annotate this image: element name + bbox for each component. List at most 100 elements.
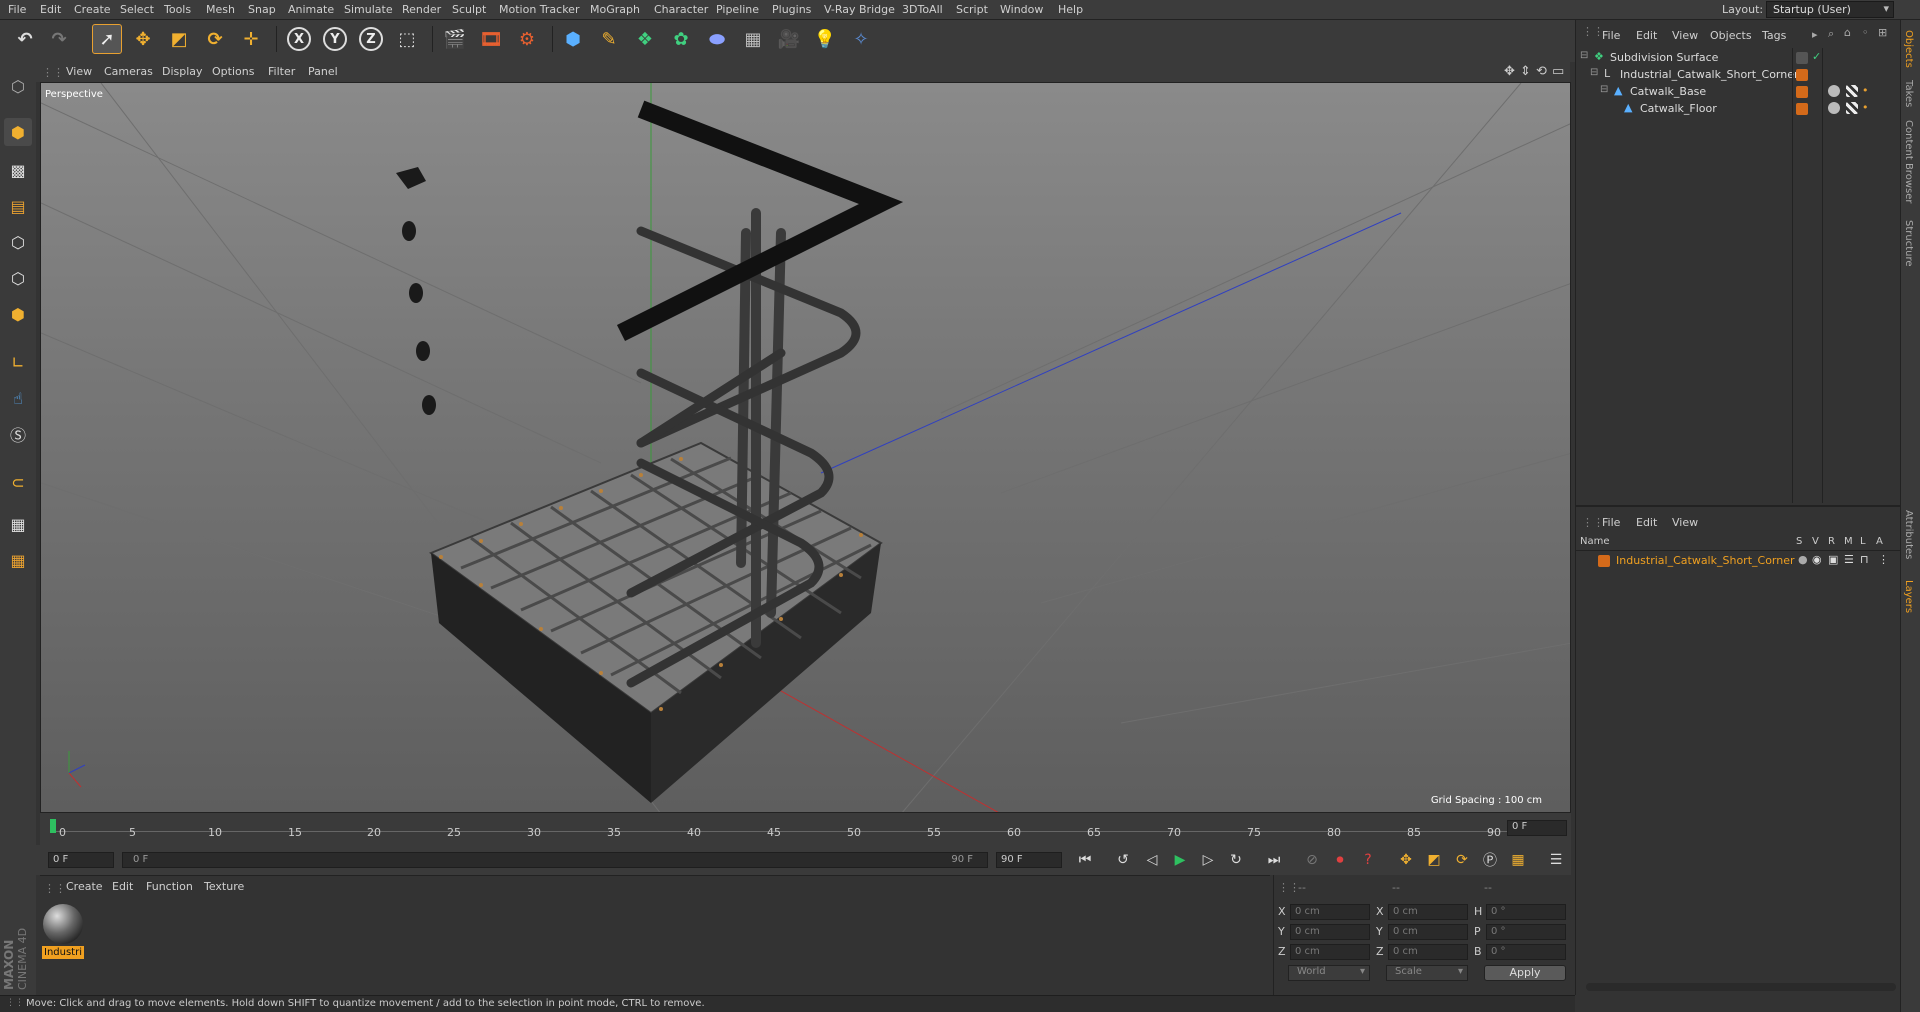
maximize-view-icon[interactable]: ▭ [1552, 64, 1564, 79]
menu-tools[interactable]: Tools [164, 3, 191, 16]
objects-menu-view[interactable]: View [1672, 29, 1698, 42]
rotation-b-field[interactable]: 0 ° [1486, 944, 1566, 960]
object-row-catwalk-floor[interactable]: ▲ Catwalk_Floor • [1576, 101, 1901, 117]
viewport-menu-display[interactable]: Display [162, 65, 203, 78]
manager-icon[interactable]: ☰ [1844, 553, 1854, 566]
layer-color-swatch[interactable] [1796, 86, 1808, 98]
start-frame-field[interactable]: 0 F [48, 852, 114, 868]
workplane-mode-icon[interactable]: ▤ [4, 192, 32, 220]
rotate-tool-icon[interactable]: ⟳ [200, 24, 230, 54]
light-icon[interactable]: 💡 [810, 24, 840, 54]
end-frame-field[interactable]: 90 F [996, 852, 1062, 868]
key-parameter-icon[interactable]: Ⓟ [1478, 849, 1502, 871]
tab-content-browser[interactable]: Content Browser [1903, 120, 1914, 203]
timeline-ruler[interactable]: 0 F [40, 813, 1571, 845]
objects-menu-edit[interactable]: Edit [1636, 29, 1657, 42]
menu-script[interactable]: Script [956, 3, 988, 16]
key-scale-icon[interactable]: ◩ [1422, 849, 1446, 871]
menu-vray-bridge[interactable]: V-Ray Bridge [824, 3, 895, 16]
position-y-field[interactable]: 0 cm [1290, 924, 1370, 940]
menu-create[interactable]: Create [74, 3, 111, 16]
model-mode-icon[interactable]: ⬢ [4, 118, 32, 146]
frame-range-slider[interactable]: 0 F 90 F [122, 852, 988, 868]
material-menu-texture[interactable]: Texture [204, 880, 244, 893]
scale-tool-icon[interactable]: ◩ [164, 24, 194, 54]
layer-row[interactable]: Industrial_Catwalk_Short_Corner ● ◉ ▣ ☰ … [1576, 553, 1901, 569]
new-view-icon[interactable]: ⊞ [1878, 26, 1887, 39]
record-off-icon[interactable]: ⊘ [1300, 849, 1324, 871]
objects-menu-tags[interactable]: Tags [1762, 29, 1786, 42]
menu-pipeline[interactable]: Pipeline [716, 3, 759, 16]
layers-menu-view[interactable]: View [1672, 516, 1698, 529]
eye-icon[interactable]: ◉ [1812, 553, 1822, 566]
polygons-mode-icon[interactable]: ⬢ [4, 300, 32, 328]
timeline-layout-icon[interactable]: ☰ [1544, 849, 1568, 871]
objects-menu-objects[interactable]: Objects [1710, 29, 1752, 42]
editor-visibility-toggle[interactable] [1796, 52, 1808, 64]
layer-color-swatch[interactable] [1796, 69, 1808, 81]
go-to-end-icon[interactable]: ⏭ [1262, 849, 1286, 871]
key-pla-icon[interactable]: ▦ [1506, 849, 1530, 871]
workplane-lock-icon[interactable]: ▦ [4, 510, 32, 538]
chevron-right-icon[interactable]: ▸ [1812, 28, 1818, 41]
menu-window[interactable]: Window [1000, 3, 1043, 16]
previous-frame-icon[interactable]: ◁ [1140, 849, 1164, 871]
redo-icon[interactable]: ↷ [44, 24, 74, 54]
menu-plugins[interactable]: Plugins [772, 3, 811, 16]
playhead-marker[interactable] [50, 819, 56, 833]
size-mode-dropdown[interactable]: Scale ▾ [1386, 965, 1468, 981]
current-frame-field[interactable]: 0 F [1507, 820, 1567, 836]
viewport-menu-filter[interactable]: Filter [268, 65, 295, 78]
material-tag-icon[interactable] [1828, 102, 1840, 114]
camera-icon[interactable]: 🎥 [774, 24, 804, 54]
tag-icon[interactable]: • [1862, 84, 1869, 97]
layers-menu-edit[interactable]: Edit [1636, 516, 1657, 529]
axis-mode-icon[interactable]: ∟ [4, 348, 32, 376]
key-rotation-icon[interactable]: ⟳ [1450, 849, 1474, 871]
world-coordinates-icon[interactable]: ⬚ [392, 24, 422, 54]
menu-select[interactable]: Select [120, 3, 154, 16]
material-menu-create[interactable]: Create [66, 880, 103, 893]
object-row-subdivision-surface[interactable]: ⊟ ❖ Subdivision Surface ✓ [1576, 50, 1901, 66]
render-picture-viewer-icon[interactable]: 🎞 [476, 24, 506, 54]
viewport-menu-panel[interactable]: Panel [308, 65, 338, 78]
menu-sculpt[interactable]: Sculpt [452, 3, 486, 16]
menu-motion-tracker[interactable]: Motion Tracker [499, 3, 579, 16]
position-z-field[interactable]: 0 cm [1290, 944, 1370, 960]
objects-menu-file[interactable]: File [1602, 29, 1620, 42]
cloner-icon[interactable]: ✿ [666, 24, 696, 54]
lock-icon[interactable]: ⊓ [1860, 553, 1869, 566]
go-to-start-icon[interactable]: ⏮ [1073, 849, 1097, 871]
edges-mode-icon[interactable]: ⬡ [4, 264, 32, 292]
material-tag-icon[interactable] [1828, 85, 1840, 97]
coordinate-system-dropdown[interactable]: World ▾ [1288, 965, 1370, 981]
python-icon[interactable]: ✧ [846, 24, 876, 54]
size-z-field[interactable]: 0 cm [1388, 944, 1468, 960]
tab-structure[interactable]: Structure [1903, 220, 1914, 267]
play-icon[interactable]: ▶ [1168, 849, 1192, 871]
add-tool-icon[interactable]: ✛ [236, 24, 266, 54]
move-tool-icon[interactable]: ✥ [128, 24, 158, 54]
key-position-icon[interactable]: ✥ [1394, 849, 1418, 871]
menu-character[interactable]: Character [654, 3, 708, 16]
menu-mesh[interactable]: Mesh [206, 3, 235, 16]
uvw-tag-icon[interactable] [1846, 102, 1858, 114]
rotation-p-field[interactable]: 0 ° [1486, 924, 1566, 940]
y-axis-lock-icon[interactable]: Y [320, 24, 350, 54]
tab-attributes[interactable]: Attributes [1903, 510, 1914, 559]
deformer-icon[interactable]: ⬬ [702, 24, 732, 54]
menu-render[interactable]: Render [402, 3, 441, 16]
subdivision-generator-icon[interactable]: ❖ [630, 24, 660, 54]
apply-button[interactable]: Apply [1484, 965, 1566, 981]
viewport-menu-view[interactable]: View [66, 65, 92, 78]
tab-takes[interactable]: Takes [1903, 80, 1914, 107]
menu-animate[interactable]: Animate [288, 3, 334, 16]
pen-spline-icon[interactable]: ✎ [594, 24, 624, 54]
render-settings-icon[interactable]: ⚙ [512, 24, 542, 54]
cube-primitive-icon[interactable]: ⬢ [558, 24, 588, 54]
x-axis-lock-icon[interactable]: X [284, 24, 314, 54]
pan-icon[interactable]: ✥ [1504, 64, 1515, 79]
menu-file[interactable]: File [8, 3, 26, 16]
back-icon[interactable]: ◦ [1862, 26, 1869, 39]
collapse-icon[interactable]: ⊟ [1600, 84, 1608, 95]
